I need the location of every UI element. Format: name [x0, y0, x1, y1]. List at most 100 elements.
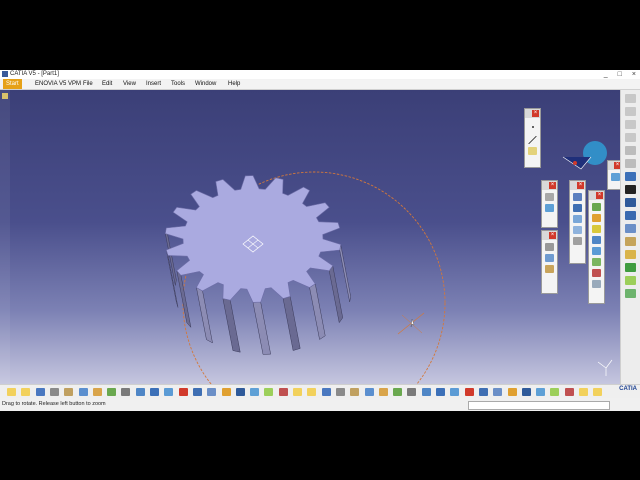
pocket-icon[interactable] [545, 204, 554, 212]
fly-icon[interactable] [378, 388, 388, 396]
replace-face-icon[interactable] [592, 280, 601, 288]
normal-view-icon[interactable] [164, 388, 174, 396]
menu-file[interactable]: File [83, 79, 93, 89]
thread-icon[interactable] [592, 258, 601, 266]
remove-loft-tool-icon[interactable] [625, 289, 636, 298]
measure-icon[interactable] [536, 388, 546, 396]
rib-tool-icon[interactable] [625, 237, 636, 246]
iso-view-icon[interactable] [478, 388, 488, 396]
pattern-icon[interactable] [573, 226, 582, 234]
menu-enovia[interactable]: ENOVIA V5 VPM [35, 79, 81, 89]
close-button[interactable]: × [632, 70, 636, 79]
maximize-button[interactable]: □ [618, 70, 622, 79]
multi-view-icon[interactable] [178, 388, 188, 396]
shaft-icon[interactable] [545, 254, 554, 262]
close-icon[interactable]: × [596, 192, 603, 199]
save-icon[interactable] [321, 388, 331, 396]
menu-window[interactable]: Window [195, 79, 216, 89]
fly-icon[interactable] [92, 388, 102, 396]
iso-view-icon[interactable] [192, 388, 202, 396]
hide-show-icon[interactable] [507, 388, 517, 396]
translate-icon[interactable] [573, 204, 582, 212]
redo-icon[interactable] [364, 388, 374, 396]
axis-icon[interactable] [625, 133, 636, 142]
compass-icon[interactable] [562, 141, 607, 170]
remove-face-icon[interactable] [592, 269, 601, 277]
symmetry-icon[interactable] [573, 215, 582, 223]
loft-tool-icon[interactable] [625, 276, 636, 285]
print-icon[interactable] [335, 388, 345, 396]
3d-viewport[interactable]: × × × × × × [0, 90, 621, 384]
measure-icon[interactable] [610, 173, 620, 181]
render-icon[interactable] [550, 388, 560, 396]
pan-icon[interactable] [393, 388, 403, 396]
scale-icon[interactable] [573, 237, 582, 245]
hole-tool-icon[interactable] [625, 224, 636, 233]
stiffener-tool-icon[interactable] [625, 263, 636, 272]
new-icon[interactable] [579, 388, 588, 396]
pocket-tool-icon[interactable] [625, 185, 636, 194]
menu-help[interactable]: Help [228, 79, 240, 89]
thickness-icon[interactable] [592, 247, 601, 255]
hide-show-icon[interactable] [221, 388, 231, 396]
swap-icon[interactable] [521, 388, 531, 396]
normal-view-icon[interactable] [450, 388, 460, 396]
rotate-icon[interactable] [407, 388, 417, 396]
shading-icon[interactable] [207, 388, 217, 396]
zoom-out-icon[interactable] [150, 388, 159, 396]
zoom-out-icon[interactable] [436, 388, 445, 396]
grid-icon[interactable] [625, 146, 636, 155]
shell-icon[interactable] [592, 236, 601, 244]
multi-view-icon[interactable] [464, 388, 474, 396]
snap-icon[interactable] [625, 159, 636, 168]
minimize-button[interactable]: _ [604, 70, 608, 79]
groove-icon[interactable] [545, 265, 554, 273]
undo-icon[interactable] [64, 388, 74, 396]
zoom-in-icon[interactable] [135, 388, 145, 396]
open-icon[interactable] [593, 388, 603, 396]
apply-material-icon[interactable] [278, 388, 288, 396]
menu-tools[interactable]: Tools [171, 79, 185, 89]
menu-edit[interactable]: Edit [102, 79, 112, 89]
fillet-icon[interactable] [592, 203, 601, 211]
rotate-icon[interactable] [573, 193, 582, 201]
close-icon[interactable]: × [532, 110, 539, 117]
apply-material-icon[interactable] [564, 388, 574, 396]
shaft-tool-icon[interactable] [625, 198, 636, 207]
sketch-icon[interactable] [545, 243, 554, 251]
reference-icon[interactable] [625, 120, 636, 129]
zoom-in-icon[interactable] [421, 388, 431, 396]
print-icon[interactable] [49, 388, 59, 396]
render-icon[interactable] [264, 388, 274, 396]
swap-icon[interactable] [235, 388, 245, 396]
close-icon[interactable]: × [577, 182, 584, 189]
redo-icon[interactable] [78, 388, 88, 396]
shading-icon[interactable] [493, 388, 503, 396]
line-icon[interactable] [528, 136, 537, 144]
groove-tool-icon[interactable] [625, 211, 636, 220]
draft-icon[interactable] [592, 225, 601, 233]
open-icon[interactable] [307, 388, 317, 396]
plane-icon[interactable] [528, 147, 537, 155]
exit-icon[interactable] [625, 107, 636, 116]
chamfer-icon[interactable] [592, 214, 601, 222]
sketcher-icon[interactable] [625, 94, 636, 103]
open-icon[interactable] [21, 388, 31, 396]
rotate-icon[interactable] [121, 388, 131, 396]
menu-insert[interactable]: Insert [146, 79, 161, 89]
point-icon[interactable] [531, 126, 534, 128]
save-icon[interactable] [35, 388, 45, 396]
measure-icon[interactable] [250, 388, 260, 396]
power-input-field[interactable] [468, 401, 610, 410]
close-icon[interactable]: × [549, 182, 556, 189]
close-icon[interactable]: × [549, 232, 556, 239]
pad-icon[interactable] [545, 193, 554, 201]
new-icon[interactable] [293, 388, 302, 396]
menu-start[interactable]: Start [3, 79, 22, 89]
new-icon[interactable] [7, 388, 16, 396]
menu-view[interactable]: View [123, 79, 136, 89]
undo-icon[interactable] [350, 388, 360, 396]
pad-tool-icon[interactable] [625, 172, 636, 181]
pan-icon[interactable] [107, 388, 117, 396]
slot-tool-icon[interactable] [625, 250, 636, 259]
